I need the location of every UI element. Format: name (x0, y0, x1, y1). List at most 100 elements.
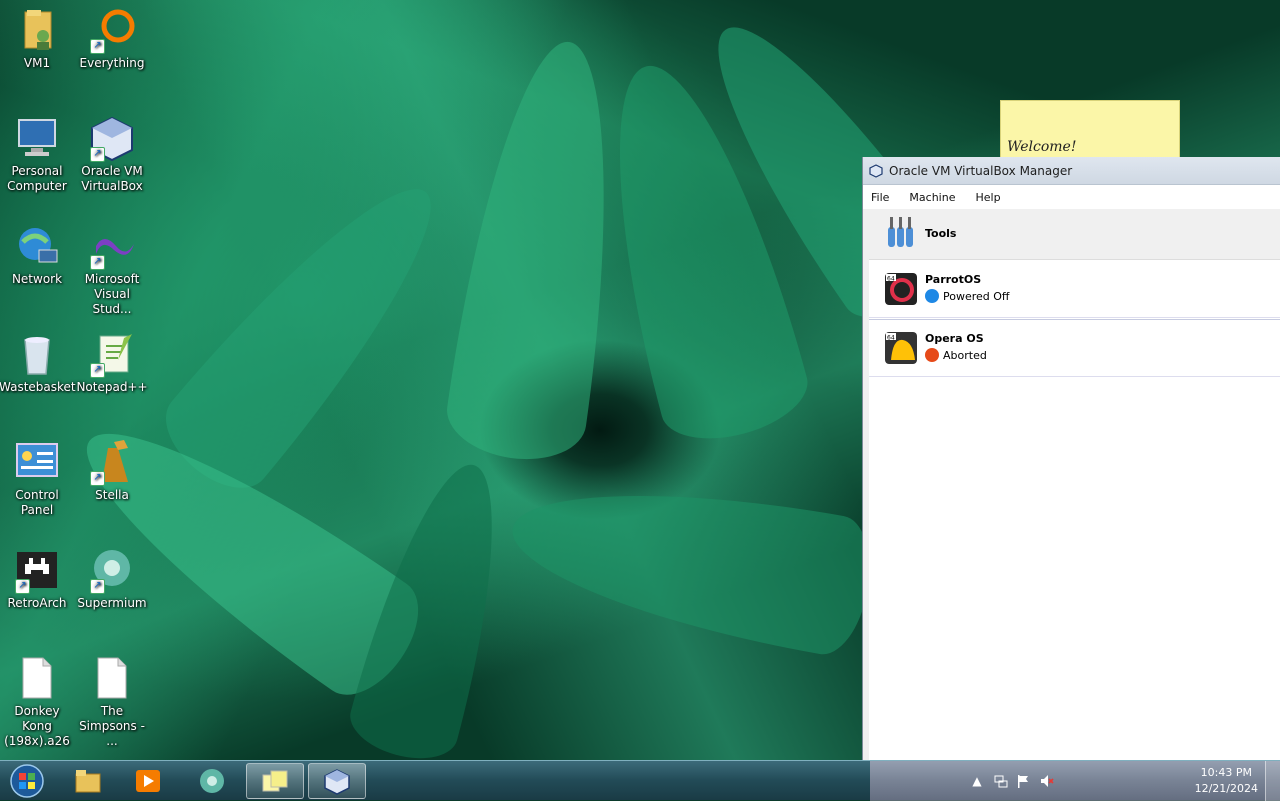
clock-time: 10:43 PM (1200, 766, 1252, 779)
desktop-icon-label: Oracle VM VirtualBox (81, 164, 143, 193)
desktop-icon-simpsons-file[interactable]: The Simpsons - ... (74, 654, 150, 749)
tools-icon (888, 217, 913, 247)
desktop-icon-label: The Simpsons - ... (79, 704, 145, 748)
shortcut-arrow-icon: ↗ (90, 255, 105, 270)
desktop-icon-oracle-vm-virtualbox[interactable]: ↗ Oracle VM VirtualBox (74, 114, 150, 194)
vm-item-parrotos[interactable]: 64 ParrotOS Powered Off (869, 261, 1280, 318)
menu-machine[interactable]: Machine (909, 191, 955, 204)
show-hidden-icons-icon[interactable]: ▲ (970, 774, 984, 788)
desktop-icon-retroarch[interactable]: ↗ RetroArch (0, 546, 75, 611)
folder-icon (75, 770, 101, 793)
svg-text:64: 64 (887, 276, 895, 283)
desktop-icon-label: Personal Computer (7, 164, 67, 193)
desktop-icon-supermium[interactable]: ↗ Supermium (74, 546, 150, 611)
everything-search-icon: ↗ (88, 6, 136, 54)
desktop-icon-notepad-plus-plus[interactable]: ↗ Notepad++ (74, 330, 150, 395)
desktop-icon-personal-computer[interactable]: Personal Computer (0, 114, 75, 194)
desktop-icon-network[interactable]: Network (0, 222, 75, 287)
clock-date: 12/21/2024 (1194, 782, 1258, 795)
menu-help[interactable]: Help (975, 191, 1000, 204)
virtualbox-icon (869, 163, 883, 178)
folder-user-icon (13, 6, 61, 54)
tools-label: Tools (925, 227, 957, 240)
virtualbox-icon: ↗ (88, 114, 136, 162)
vm-list-pane: Tools 64 ParrotOS Powered Off 64 Opera O… (869, 209, 1280, 762)
computer-icon (13, 114, 61, 162)
sticky-note-text: Welcome! (1007, 139, 1077, 155)
supermium-browser-icon: ↗ (88, 546, 136, 594)
action-center-flag-icon[interactable] (1016, 774, 1030, 788)
desktop-icon-visual-studio[interactable]: ↗ Microsoft Visual Stud... (74, 222, 150, 317)
desktop-icon-control-panel[interactable]: Control Panel (0, 438, 75, 518)
file-icon (13, 654, 61, 702)
system-tray: ▲ 10:43 PM 12/21/2024 (870, 761, 1280, 801)
taskbar-sticky-notes-button[interactable] (246, 763, 304, 799)
shortcut-arrow-icon: ↗ (90, 39, 105, 54)
taskbar-explorer-button[interactable] (60, 763, 118, 799)
media-player-icon (136, 770, 160, 792)
desktop-icon-label: Microsoft Visual Stud... (84, 272, 140, 316)
desktop-icon-label: Notepad++ (76, 380, 148, 394)
vm-item-opera-os[interactable]: 64 Opera OS Aborted (869, 319, 1280, 377)
retroarch-icon: ↗ (13, 546, 61, 594)
tools-item[interactable]: Tools (869, 209, 1280, 260)
window-title: Oracle VM VirtualBox Manager (889, 163, 1073, 178)
wallpaper-leaf (441, 32, 639, 468)
vm-state: Aborted (925, 348, 987, 362)
start-button[interactable] (2, 763, 52, 799)
desktop-icon-label: Stella (95, 488, 129, 502)
wallpaper-leaf (148, 153, 472, 507)
vm-name: ParrotOS (925, 273, 982, 286)
desktop-icon-label: Network (11, 272, 63, 286)
vm-name: Opera OS (925, 332, 984, 345)
joystick-icon: ↗ (88, 438, 136, 486)
volume-muted-icon[interactable] (1040, 774, 1054, 788)
desktop-icon-stella[interactable]: ↗ Stella (74, 438, 150, 503)
recycle-bin-icon (13, 330, 61, 378)
desktop-icon-label: Supermium (77, 596, 147, 610)
shortcut-arrow-icon: ↗ (90, 471, 105, 486)
taskbar-virtualbox-button[interactable] (308, 763, 366, 799)
desktop-icon-wastebasket[interactable]: Wastebasket (0, 330, 76, 395)
desktop-icon-label: Donkey Kong (198x).a26 (4, 704, 70, 748)
windows-orb-icon (10, 764, 44, 798)
supermium-browser-icon (200, 769, 224, 793)
vm-state-label: Aborted (943, 348, 987, 362)
parrotos-icon: 64 (885, 273, 917, 305)
vm-state: Powered Off (925, 289, 1010, 303)
menu-file[interactable]: File (871, 191, 889, 204)
desktop-icon-donkey-kong-file[interactable]: Donkey Kong (198x).a26 (0, 654, 75, 749)
virtualbox-icon (324, 769, 350, 795)
shortcut-arrow-icon: ↗ (15, 579, 30, 594)
visual-studio-icon: ↗ (88, 222, 136, 270)
show-desktop-button[interactable] (1265, 761, 1280, 801)
opera-os-icon: 64 (885, 332, 917, 364)
svg-text:64: 64 (887, 335, 895, 342)
desktop-icon-label: VM1 (23, 56, 51, 70)
wallpaper-leaf (500, 459, 880, 661)
desktop-icon-vm1[interactable]: VM1 (0, 6, 75, 71)
shortcut-arrow-icon: ↗ (90, 363, 105, 378)
menubar: File Machine Help (863, 185, 1280, 209)
shortcut-arrow-icon: ↗ (90, 147, 105, 162)
shortcut-arrow-icon: ↗ (90, 579, 105, 594)
network-tray-icon[interactable] (994, 774, 1008, 788)
sticky-notes-icon (262, 770, 288, 792)
taskbar-media-player-button[interactable] (120, 763, 178, 799)
taskbar-supermium-button[interactable] (184, 763, 242, 799)
notepad-plus-plus-icon: ↗ (88, 330, 136, 378)
window-titlebar[interactable]: Oracle VM VirtualBox Manager (863, 157, 1280, 185)
virtualbox-manager-window[interactable]: Oracle VM VirtualBox Manager File Machin… (862, 157, 1280, 762)
taskbar: ▲ 10:43 PM 12/21/2024 (0, 760, 1280, 801)
taskbar-clock[interactable]: 10:43 PM 12/21/2024 (1195, 765, 1258, 797)
powered-off-icon (925, 289, 939, 303)
aborted-icon (925, 348, 939, 362)
desktop-icon-everything[interactable]: ↗ Everything (74, 6, 150, 71)
control-panel-icon (13, 438, 61, 486)
sticky-note[interactable]: Welcome! (1000, 100, 1180, 158)
desktop-icon-label: RetroArch (7, 596, 67, 610)
desktop-icon-label: Wastebasket (0, 380, 76, 394)
desktop-icon-label: Everything (79, 56, 145, 70)
vm-state-label: Powered Off (943, 289, 1010, 303)
file-icon (88, 654, 136, 702)
